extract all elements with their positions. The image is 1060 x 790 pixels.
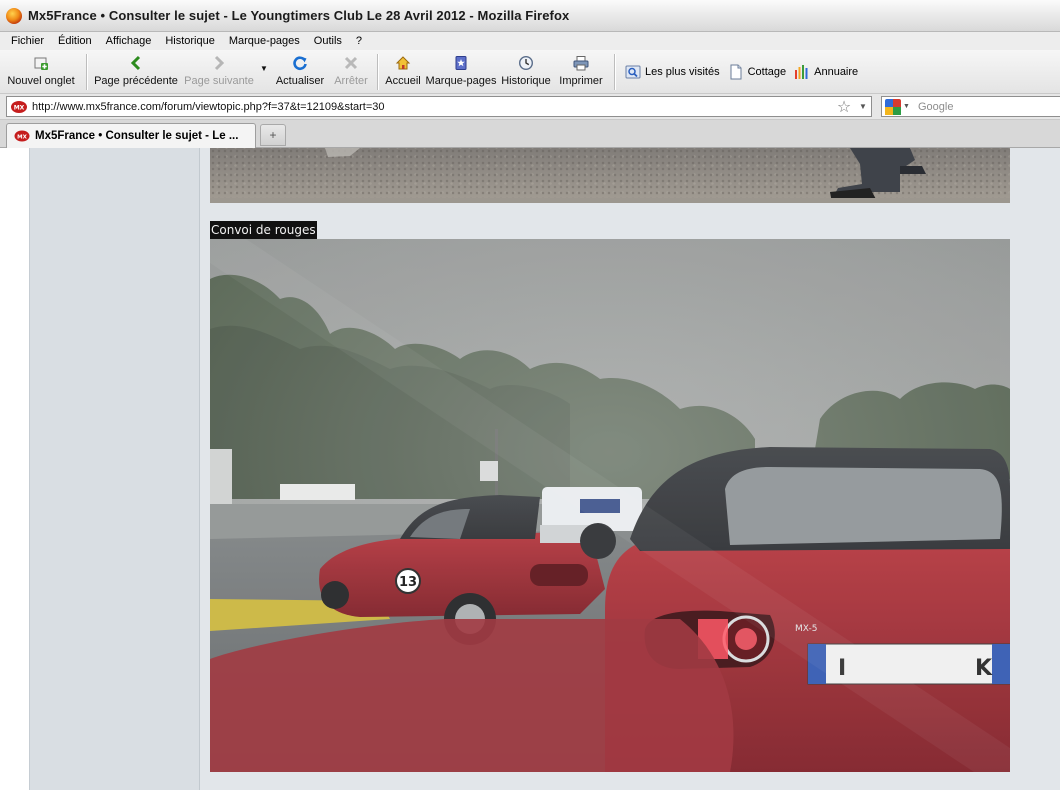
printer-icon: [572, 54, 590, 72]
bookmark-label: Annuaire: [814, 66, 859, 78]
bars-icon: [794, 64, 810, 80]
history-button[interactable]: Historique: [498, 50, 554, 92]
bookmark-label: Les plus visités: [645, 66, 720, 78]
stop-label: Arrêter: [334, 75, 368, 87]
menu-edition[interactable]: Édition: [51, 35, 99, 47]
toolbar-separator: [86, 54, 87, 90]
menu-outils[interactable]: Outils: [307, 35, 349, 47]
tab-favicon-icon: MX: [14, 130, 30, 142]
forward-button[interactable]: Page suivante: [181, 50, 257, 92]
back-button[interactable]: Page précédente: [91, 50, 181, 92]
image-caption: Convoi de rouges: [210, 221, 317, 239]
menu-marque-pages[interactable]: Marque-pages: [222, 35, 307, 47]
menu-affichage[interactable]: Affichage: [99, 35, 159, 47]
new-tab-label: Nouvel onglet: [7, 75, 75, 87]
bookmark-cottage[interactable]: Cottage: [728, 50, 787, 94]
forward-label: Page suivante: [184, 75, 254, 87]
window-title: Mx5France • Consulter le sujet - Le Youn…: [28, 8, 570, 23]
previous-post-image: [210, 148, 1010, 203]
back-label: Page précédente: [94, 75, 178, 87]
reload-icon: [291, 54, 309, 72]
home-label: Accueil: [385, 75, 421, 87]
print-button[interactable]: Imprimer: [554, 50, 608, 92]
post-photo: 13 MX-5: [210, 239, 1010, 772]
window-titlebar: Mx5France • Consulter le sujet - Le Youn…: [0, 0, 1060, 32]
bookmarks-star-icon: [452, 54, 470, 72]
tab-title: Mx5France • Consulter le sujet - Le ...: [35, 130, 239, 142]
tab-strip: MX Mx5France • Consulter le sujet - Le .…: [0, 120, 1060, 148]
menu-bar: Fichier Édition Affichage Historique Mar…: [0, 32, 1060, 50]
reload-label: Actualiser: [275, 75, 325, 87]
toolbar-separator: [377, 54, 378, 90]
svg-text:MX: MX: [17, 134, 27, 140]
address-row: MX http://www.mx5france.com/forum/viewto…: [0, 94, 1060, 120]
svg-text:MX: MX: [14, 104, 25, 111]
page-icon: [728, 64, 744, 80]
stop-icon: [342, 54, 360, 72]
bookmark-les-plus-visites[interactable]: Les plus visités: [625, 50, 720, 94]
history-label: Historique: [501, 75, 551, 87]
google-engine-icon[interactable]: [885, 98, 901, 115]
menu-help[interactable]: ?: [349, 35, 369, 47]
magnifier-icon: [625, 64, 641, 80]
navigation-toolbar: Nouvel onglet Page précédente Page suiva…: [0, 50, 1060, 94]
bookmark-star-icon[interactable]: ☆: [833, 97, 855, 117]
menu-fichier[interactable]: Fichier: [4, 35, 51, 47]
search-bar[interactable]: ▼ Google: [881, 96, 1060, 117]
tab-active[interactable]: MX Mx5France • Consulter le sujet - Le .…: [6, 123, 256, 148]
engine-dropdown-icon[interactable]: ▼: [903, 103, 915, 110]
back-arrow-icon: [127, 54, 145, 72]
toolbar-separator: [614, 54, 615, 90]
bookmarks-button[interactable]: Marque-pages: [424, 50, 498, 92]
new-tab-icon: [32, 54, 50, 72]
print-label: Imprimer: [559, 75, 603, 87]
url-bar[interactable]: MX http://www.mx5france.com/forum/viewto…: [6, 96, 872, 117]
home-icon: [394, 54, 412, 72]
history-dropdown[interactable]: ▼: [257, 50, 271, 92]
firefox-icon: [6, 7, 22, 24]
new-tab-plus-button[interactable]: +: [260, 124, 286, 146]
forward-arrow-icon: [210, 54, 228, 72]
post-author-column: [30, 148, 200, 790]
post-body: Convoi de rouges 13 K: [200, 148, 1060, 790]
reload-button[interactable]: Actualiser: [271, 50, 329, 92]
bookmark-label: Cottage: [747, 66, 787, 78]
search-placeholder[interactable]: Google: [915, 101, 953, 113]
url-text[interactable]: http://www.mx5france.com/forum/viewtopic…: [32, 101, 833, 113]
menu-historique[interactable]: Historique: [158, 35, 222, 47]
url-dropdown-icon[interactable]: ▼: [855, 102, 871, 111]
left-gutter: [0, 148, 30, 790]
bookmarks-label: Marque-pages: [425, 75, 497, 87]
site-favicon-icon: MX: [11, 100, 27, 113]
new-tab-button[interactable]: Nouvel onglet: [0, 50, 82, 92]
clock-icon: [517, 54, 535, 72]
stop-button[interactable]: Arrêter: [329, 50, 373, 92]
home-button[interactable]: Accueil: [382, 50, 424, 92]
page-content: Convoi de rouges 13 K: [0, 148, 1060, 790]
bookmark-annuaire[interactable]: Annuaire: [794, 50, 858, 94]
